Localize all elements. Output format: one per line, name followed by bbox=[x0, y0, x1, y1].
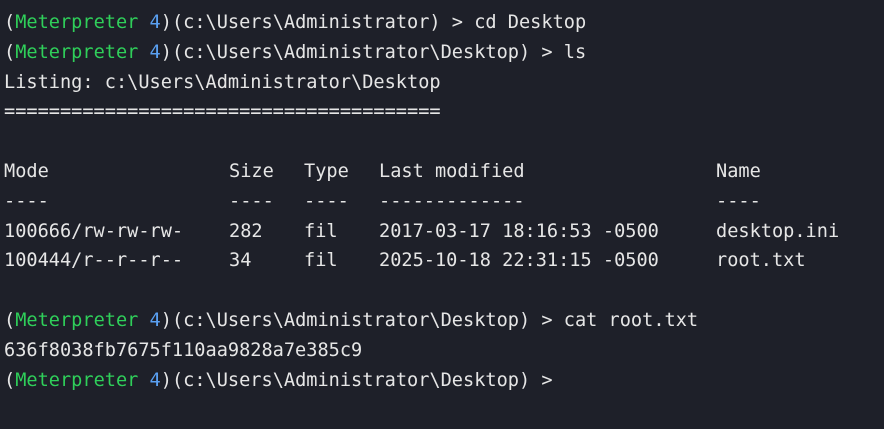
session-number: 4 bbox=[149, 309, 161, 331]
table-row: 100444/r--r--r-- 34 fil 2025-10-18 22:31:15… bbox=[4, 246, 884, 276]
command-text: ls bbox=[563, 41, 587, 63]
command-line: (Meterpreter 4)(c:\Users\Administrator) … bbox=[4, 12, 587, 33]
session-number: 4 bbox=[149, 369, 161, 391]
column-header-size: Size bbox=[229, 160, 274, 182]
cell-last-modified: 2017-03-17 18:16:53 -0500 bbox=[379, 220, 659, 242]
session-number: 4 bbox=[149, 12, 161, 33]
prompt-name: Meterpreter bbox=[15, 309, 139, 331]
command-output: 636f8038fb7675f110aa9828a7e385c9 bbox=[4, 339, 363, 361]
separator: ---- bbox=[229, 190, 274, 212]
table-row: 100666/rw-rw-rw- 282 fil 2017-03-17 18:16:5… bbox=[4, 217, 884, 247]
command-line: (Meterpreter 4)(c:\Users\Administrator\D… bbox=[4, 309, 699, 331]
prompt-name: Meterpreter bbox=[15, 369, 139, 391]
cell-name: root.txt bbox=[716, 250, 806, 272]
separator: ---- bbox=[304, 190, 349, 212]
active-prompt-line[interactable]: (Meterpreter 4)(c:\Users\Administrator\D… bbox=[4, 366, 884, 396]
column-header-mode: Mode bbox=[4, 160, 49, 182]
cell-mode: 100666/rw-rw-rw- bbox=[4, 220, 184, 242]
prompt-path: c:\Users\Administrator bbox=[183, 12, 430, 33]
prompt-path: c:\Users\Administrator\Desktop bbox=[183, 369, 519, 391]
prompt-name: Meterpreter bbox=[15, 41, 139, 63]
cell-size: 282 bbox=[229, 220, 263, 242]
column-header-name: Name bbox=[716, 160, 761, 182]
separator: ---- bbox=[4, 190, 49, 212]
cell-type: fil bbox=[304, 250, 338, 272]
separator: ------------- bbox=[379, 190, 525, 212]
cell-type: fil bbox=[304, 220, 338, 242]
prompt-path: c:\Users\Administrator\Desktop bbox=[183, 309, 519, 331]
command-text: cat root.txt bbox=[563, 309, 699, 331]
terminal-window[interactable]: (Meterpreter 4)(c:\Users\Administrator) … bbox=[0, 0, 884, 429]
prompt-name: Meterpreter bbox=[15, 12, 139, 33]
listing-underline: ======================================= bbox=[4, 101, 441, 123]
command-text: cd Desktop bbox=[474, 12, 587, 33]
session-number: 4 bbox=[149, 41, 161, 63]
command-line: (Meterpreter 4)(c:\Users\Administrator\D… bbox=[4, 41, 587, 63]
cell-mode: 100444/r--r--r-- bbox=[4, 250, 184, 272]
table-header-row: Mode Size Type Last modified Name bbox=[4, 157, 884, 187]
prompt-path: c:\Users\Administrator\Desktop bbox=[183, 41, 519, 63]
table-separator-row: ---- ---- ---- ------------- ---- bbox=[4, 187, 884, 217]
column-header-type: Type bbox=[304, 160, 349, 182]
listing-header: Listing: c:\Users\Administrator\Desktop bbox=[4, 71, 441, 93]
cell-last-modified: 2025-10-18 22:31:15 -0500 bbox=[379, 250, 659, 272]
column-header-last-modified: Last modified bbox=[379, 160, 525, 182]
cell-size: 34 bbox=[229, 250, 252, 272]
cell-name: desktop.ini bbox=[716, 220, 840, 242]
separator: ---- bbox=[716, 190, 761, 212]
